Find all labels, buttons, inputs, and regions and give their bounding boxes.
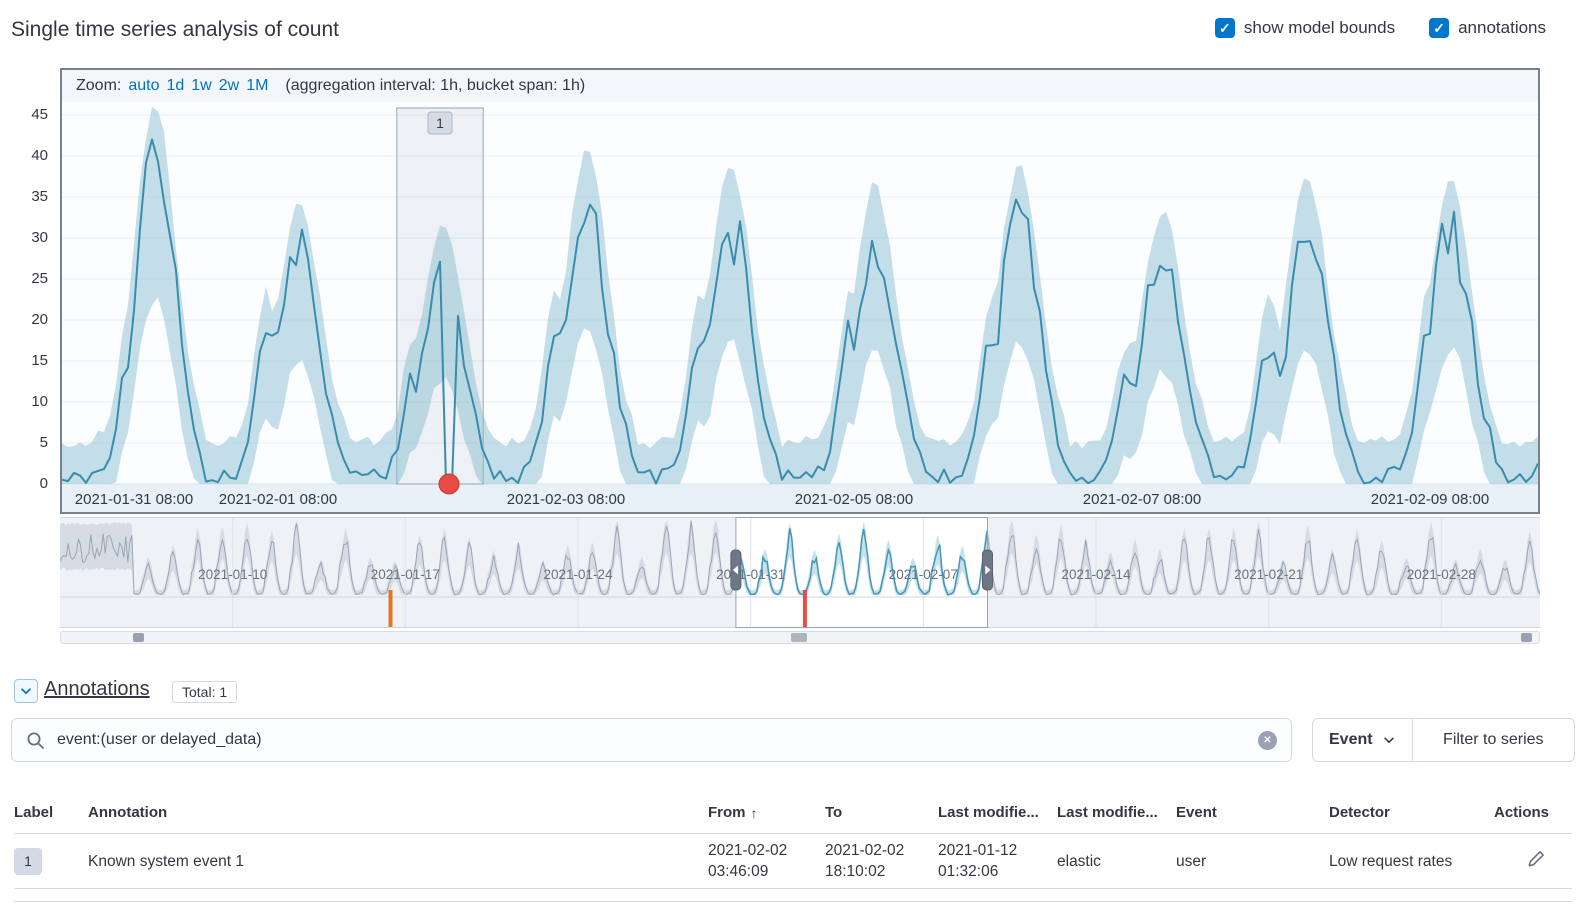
context-axis-label: 2021-02-28 (1407, 567, 1476, 582)
context-axis-label: 2021-01-17 (371, 567, 440, 582)
context-chart-wrap: 2021-01-10 2021-01-17 2021-01-24 2021-01-31… (60, 517, 1540, 629)
col-annotation[interactable]: Annotation (88, 796, 708, 833)
y-axis-label: 40 (4, 147, 48, 165)
checkbox-checked-icon (1429, 18, 1449, 38)
scrollbar-thumb[interactable] (791, 633, 807, 642)
x-axis-label: 2021-02-09 08:00 (1371, 491, 1489, 508)
zoom-option-1w[interactable]: 1w (191, 77, 211, 95)
interval-note: (aggregation interval: 1h, bucket span: … (285, 77, 585, 95)
table-header-row: Label Annotation From ↑ To Last modifie.… (14, 796, 1572, 834)
x-axis-label: 2021-01-31 08:00 (75, 491, 193, 508)
y-axis-label: 0 (4, 475, 48, 493)
event-filter-label: Event (1329, 731, 1373, 749)
show-model-bounds-checkbox[interactable]: show model bounds (1215, 18, 1395, 38)
edit-pencil-icon[interactable] (1527, 849, 1546, 868)
x-axis-label: 2021-02-01 08:00 (219, 491, 337, 508)
anomaly-marker[interactable] (439, 474, 459, 494)
row-from-cell: 2021-02-02 03:46:09 (708, 834, 825, 888)
context-axis-label: 2021-02-21 (1234, 567, 1303, 582)
annotations-section-title[interactable]: Annotations (44, 678, 150, 701)
row-detector-cell: Low request rates (1329, 845, 1494, 878)
row-to-cell: 2021-02-02 18:10:02 (825, 834, 938, 888)
annotations-checkbox[interactable]: annotations (1429, 18, 1546, 38)
scrollbar-handle-right[interactable] (1521, 633, 1532, 642)
svg-text:1: 1 (436, 115, 444, 131)
annotations-total-badge: Total: 1 (172, 681, 237, 703)
context-annotation-marker[interactable] (803, 590, 807, 627)
search-input[interactable]: event:(user or delayed_data) (57, 731, 1246, 749)
sort-ascending-icon: ↑ (751, 805, 758, 821)
zoom-option-1M[interactable]: 1M (246, 77, 268, 95)
y-axis-label: 30 (4, 229, 48, 247)
row-actions-cell (1527, 843, 1572, 880)
context-axis-label: 2021-02-14 (1061, 567, 1131, 582)
context-axis-label: 2021-02-07 (889, 567, 958, 582)
context-chart[interactable]: 2021-01-10 2021-01-17 2021-01-24 2021-01-31… (60, 517, 1540, 629)
context-scrollbar[interactable] (60, 631, 1540, 644)
y-axis-label: 5 (4, 434, 48, 452)
annotations-filter-controls: Event Filter to series (1312, 718, 1575, 762)
y-axis-label: 25 (4, 270, 48, 288)
table-row: 1 Known system event 1 2021-02-02 03:46:… (14, 834, 1572, 889)
search-icon (26, 731, 45, 750)
col-label[interactable]: Label (14, 796, 88, 833)
context-axis-label: 2021-01-24 (543, 567, 613, 582)
event-filter-dropdown[interactable]: Event (1313, 719, 1413, 761)
zoom-option-2w[interactable]: 2w (219, 77, 239, 95)
x-axis-label: 2021-02-05 08:00 (795, 491, 913, 508)
brush-handle-right[interactable] (983, 550, 993, 590)
annotation-label-badge: 1 (14, 848, 42, 875)
y-axis-label: 20 (4, 311, 48, 329)
scrollbar-handle-left[interactable] (133, 633, 144, 642)
y-axis-label: 10 (4, 393, 48, 411)
zoom-bar: Zoom: auto 1d 1w 2w 1M (aggregation inte… (62, 70, 1538, 102)
annotations-search-bar[interactable]: event:(user or delayed_data) (11, 718, 1292, 762)
focus-chart-panel: Zoom: auto 1d 1w 2w 1M (aggregation inte… (60, 68, 1540, 514)
context-axis-label: 2021-01-10 (198, 567, 267, 582)
checkbox-checked-icon (1215, 18, 1235, 38)
col-to[interactable]: To (825, 796, 938, 833)
y-axis-label: 15 (4, 352, 48, 370)
context-annotation-marker[interactable] (389, 590, 393, 627)
row-last-modified-by-cell: elastic (1057, 845, 1176, 878)
filter-to-series-button[interactable]: Filter to series (1413, 719, 1574, 761)
zoom-label: Zoom: (76, 77, 121, 95)
row-label-cell: 1 (14, 842, 88, 881)
col-last-modified[interactable]: Last modifie... (938, 796, 1057, 833)
x-axis-label: 2021-02-03 08:00 (507, 491, 625, 508)
col-actions: Actions (1494, 796, 1575, 833)
row-event-cell: user (1176, 845, 1329, 878)
focus-chart[interactable]: 1 2021-01-31 08:00 2021-02-01 08:00 2021-02… (62, 102, 1538, 512)
col-detector[interactable]: Detector (1329, 796, 1494, 833)
annotations-collapse-button[interactable] (14, 679, 38, 703)
x-axis-label: 2021-02-07 08:00 (1083, 491, 1201, 508)
annotation-label[interactable]: 1 (428, 112, 452, 134)
brush-handle-left[interactable] (731, 550, 741, 590)
row-annotation-cell: Known system event 1 (88, 845, 708, 878)
zoom-option-auto[interactable]: auto (128, 77, 159, 95)
annotations-table: Label Annotation From ↑ To Last modifie.… (14, 796, 1572, 889)
clear-search-icon[interactable] (1258, 731, 1277, 750)
col-from[interactable]: From ↑ (708, 796, 825, 833)
table-bottom-border (14, 901, 1572, 902)
show-model-bounds-label: show model bounds (1244, 18, 1395, 38)
y-axis-label: 45 (4, 106, 48, 124)
chevron-down-icon (19, 684, 33, 698)
row-last-modified-cell: 2021-01-12 01:32:06 (938, 834, 1057, 888)
page-title: Single time series analysis of count (11, 18, 339, 42)
context-axis-label: 2021-01-31 (716, 567, 785, 582)
annotations-label: annotations (1458, 18, 1546, 38)
col-from-label: From (708, 804, 746, 821)
col-event[interactable]: Event (1176, 796, 1329, 833)
y-axis-label: 35 (4, 188, 48, 206)
col-last-modified-by[interactable]: Last modifie... (1057, 796, 1176, 833)
y-axis: 0 5 10 15 20 25 30 35 40 45 (0, 0, 52, 904)
zoom-option-1d[interactable]: 1d (166, 77, 184, 95)
single-metric-viewer: Single time series analysis of count sho… (0, 0, 1586, 904)
chart-options: show model bounds annotations (1215, 18, 1546, 38)
chevron-down-icon (1382, 733, 1396, 747)
